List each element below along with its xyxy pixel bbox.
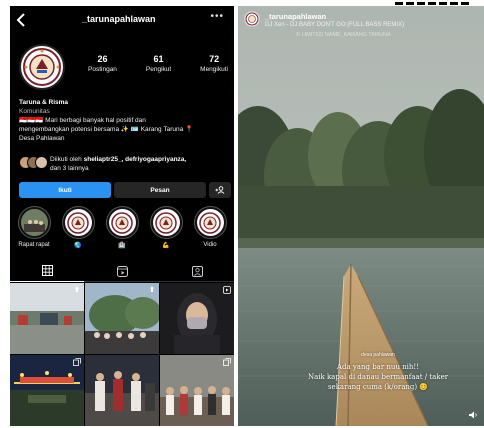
story-highlights: Rapat rapat 🌏 🏥 💪 Vidio	[10, 206, 234, 256]
story-username[interactable]: _tarunapahlawan	[265, 12, 326, 21]
message-button[interactable]: Pesan	[114, 182, 206, 198]
story-watermark: © LIMITED NAME_KARANG TARUNA	[296, 32, 391, 38]
followed-by[interactable]: Diikuti oleh sheliaptr25_, defriyogaapri…	[19, 154, 231, 174]
stat-value: 61	[153, 54, 164, 64]
stat-posts[interactable]: 26 Postingan	[88, 54, 117, 73]
carousel-icon	[223, 358, 231, 366]
story-caption: desa pahlawan Ada yang bar nuu nih!! Nai…	[298, 350, 458, 392]
tagged-icon	[191, 265, 203, 277]
add-user-icon	[215, 186, 225, 194]
story-avatar[interactable]	[244, 11, 260, 27]
story-view: _tarunapahlawan DJ Xen - DJ BABY DON'T G…	[238, 6, 484, 426]
stat-label: Mengikuti	[200, 66, 228, 73]
sound-icon[interactable]	[468, 410, 478, 420]
instagram-profile-screen: _tarunapahlawan ••• 26 Postingan 61 Peng…	[10, 6, 234, 426]
carousel-icon	[73, 358, 81, 366]
highlight-item[interactable]: 💪	[146, 206, 186, 249]
bio-line: Desa Pahlawan	[19, 135, 65, 142]
highlight-item[interactable]: Rapat rapat	[14, 206, 54, 248]
stat-label: Pengikut	[145, 66, 172, 73]
tab-posts[interactable]	[10, 260, 84, 282]
highlight-item[interactable]: Vidio	[190, 206, 230, 248]
follower-avatar	[35, 156, 48, 169]
followed-prefix: Diikuti oleh	[50, 156, 84, 163]
highlight-ring	[149, 206, 183, 239]
profile-bio: Taruna & Risma Komunitas 🇮🇩🇮🇩🇮🇩 Mari ber…	[19, 98, 229, 143]
highlight-label: Rapat rapat	[18, 242, 50, 248]
bio-line: mengembangkan potensi bersama ✨ 🪪 Karang…	[19, 126, 194, 133]
caption-line: Ada yang bar nuu nih!!	[336, 363, 420, 371]
highlight-ring	[17, 206, 51, 239]
caption-tag: desa pahlawan	[361, 352, 395, 358]
suggest-user-button[interactable]	[209, 182, 231, 198]
highlight-item[interactable]: 🌏	[58, 206, 98, 249]
post-thumbnail[interactable]	[160, 355, 234, 426]
story-music[interactable]: DJ Xen - DJ BABY DON'T GO (FULL BASS REM…	[265, 22, 404, 28]
pin-icon	[75, 286, 79, 292]
stat-following[interactable]: 72 Mengikuti	[200, 54, 228, 73]
post-thumbnail[interactable]	[85, 355, 159, 426]
highlight-item[interactable]: 🏥	[102, 206, 142, 249]
highlight-label: 🌏	[74, 243, 82, 249]
stat-value: 26	[97, 54, 108, 64]
more-icon[interactable]: •••	[210, 11, 224, 22]
highlight-ring	[105, 206, 139, 239]
stat-label: Postingan	[88, 66, 117, 73]
profile-actions: Ikuti Pesan	[19, 182, 231, 198]
bio-line: 🇮🇩🇮🇩🇮🇩 Mari berbagi banyak hal positif d…	[19, 117, 146, 124]
highlight-label: 🏥	[118, 243, 126, 249]
reels-icon	[116, 265, 128, 277]
highlight-thumbnail	[196, 209, 224, 236]
highlight-thumbnail	[64, 209, 92, 236]
highlight-label: 💪	[162, 243, 170, 249]
avatar[interactable]	[19, 44, 65, 90]
followed-suffix: dan 3 lainnya	[50, 165, 89, 172]
chevron-left-icon[interactable]	[15, 12, 29, 28]
profile-stats: 26 Postingan 61 Pengikut 72 Mengikuti	[88, 54, 228, 73]
stat-value: 72	[209, 54, 220, 64]
highlight-label: Vidio	[203, 242, 217, 248]
follow-button[interactable]: Ikuti	[19, 182, 111, 198]
caption-line: sekarang cuma (k/orang) 😊	[327, 383, 429, 391]
caption-line: Naik kapal di danau bermanfaat / taker	[307, 373, 449, 381]
stat-followers[interactable]: 61 Pengikut	[146, 54, 171, 73]
follower-avatars	[19, 156, 49, 170]
highlight-ring	[193, 206, 227, 239]
highlight-thumbnail	[108, 209, 136, 236]
post-thumbnail[interactable]	[10, 283, 84, 354]
story-header: _tarunapahlawan DJ Xen - DJ BABY DON'T G…	[238, 6, 484, 42]
followed-names: sheliaptr25_, defriyogaapriyanza,	[83, 156, 187, 163]
post-thumbnail[interactable]	[10, 355, 84, 426]
post-thumbnail[interactable]	[160, 283, 234, 354]
grid-icon	[41, 265, 53, 276]
posts-grid	[10, 283, 234, 426]
pin-icon	[150, 286, 154, 292]
bio-name: Taruna & Risma	[19, 99, 69, 106]
highlight-thumbnail	[20, 209, 48, 236]
profile-header: _tarunapahlawan •••	[10, 6, 234, 34]
highlight-thumbnail	[152, 209, 180, 236]
followed-by-text: Diikuti oleh sheliaptr25_, defriyogaapri…	[50, 155, 186, 173]
bio-category: Komunitas	[19, 108, 50, 115]
profile-tabs	[10, 260, 234, 282]
reel-badge-icon	[223, 286, 231, 294]
tab-tagged[interactable]	[160, 260, 234, 282]
post-thumbnail[interactable]	[85, 283, 159, 354]
tab-reels[interactable]	[85, 260, 159, 282]
profile-username: _tarunapahlawan	[82, 14, 156, 24]
highlight-ring	[61, 206, 95, 239]
